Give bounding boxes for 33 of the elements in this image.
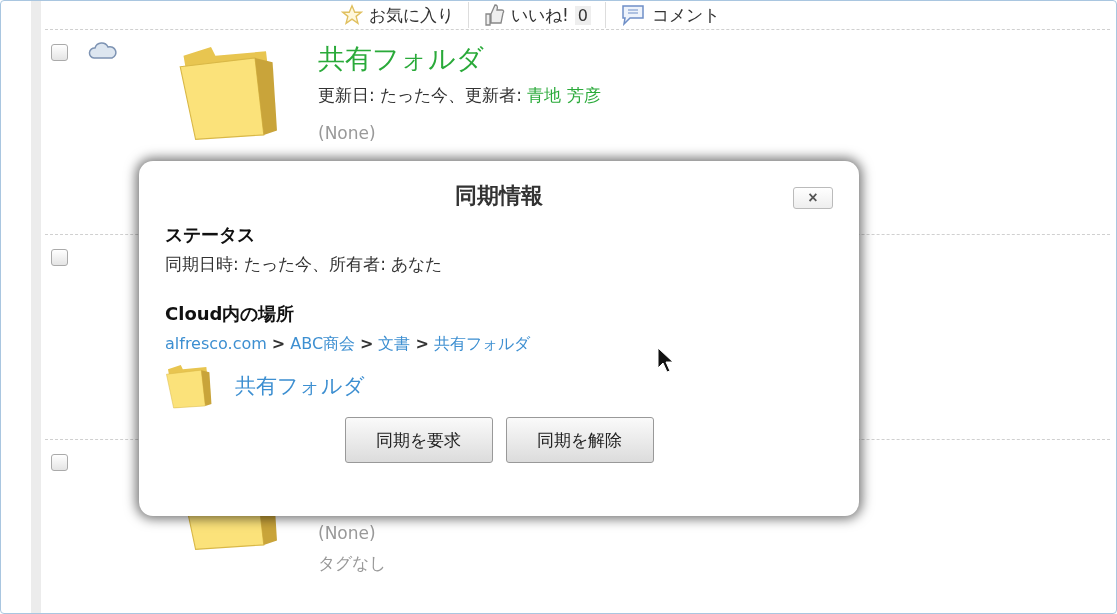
like-action[interactable]: いいね! 0 — [483, 2, 606, 28]
folder-title-link[interactable]: 共有フォルダ — [318, 42, 601, 76]
row-checkbox[interactable] — [51, 44, 68, 61]
dialog-button[interactable]: 同期を要求 — [344, 417, 493, 463]
breadcrumb-separator: > — [415, 334, 429, 355]
status-text: 同期日時: たった今、所有者: あなた — [165, 253, 444, 276]
breadcrumb-link[interactable]: ABC商会 — [290, 334, 356, 355]
thumbs-up-icon — [483, 3, 505, 27]
status-heading: ステータス — [165, 223, 256, 247]
dialog-button[interactable]: 同期を解除 — [505, 417, 654, 463]
mouse-pointer-icon — [657, 347, 673, 373]
cloud-icon[interactable] — [88, 42, 118, 60]
row-checkbox[interactable] — [51, 249, 68, 266]
close-button[interactable]: × — [793, 187, 833, 209]
like-count: 0 — [574, 5, 591, 25]
breadcrumb-link[interactable]: alfresco.com — [165, 334, 267, 355]
row-checkbox[interactable] — [51, 454, 68, 471]
speech-bubble-icon — [620, 4, 646, 26]
breadcrumb-separator: > — [271, 334, 286, 355]
breadcrumb-separator: > — [360, 334, 374, 355]
breadcrumb-link[interactable]: 共有フォルダ — [433, 334, 530, 355]
description-text: (None) — [318, 522, 377, 545]
breadcrumb-link[interactable]: 文書 — [378, 334, 411, 355]
modified-info: 更新日: たった今、更新者: — [318, 85, 523, 105]
tags-text: タグなし — [318, 552, 386, 575]
location-heading: Cloud内の場所 — [165, 302, 296, 326]
folder-link[interactable]: 共有フォルダ — [235, 372, 365, 400]
favorite-action[interactable]: お気に入り — [341, 2, 469, 28]
star-icon — [341, 4, 363, 26]
comment-action[interactable]: コメント — [620, 2, 734, 28]
dialog-title: 同期情報 — [455, 182, 543, 210]
description-text: (None) — [318, 122, 377, 145]
user-link[interactable]: 青地 芳彦 — [527, 85, 601, 105]
